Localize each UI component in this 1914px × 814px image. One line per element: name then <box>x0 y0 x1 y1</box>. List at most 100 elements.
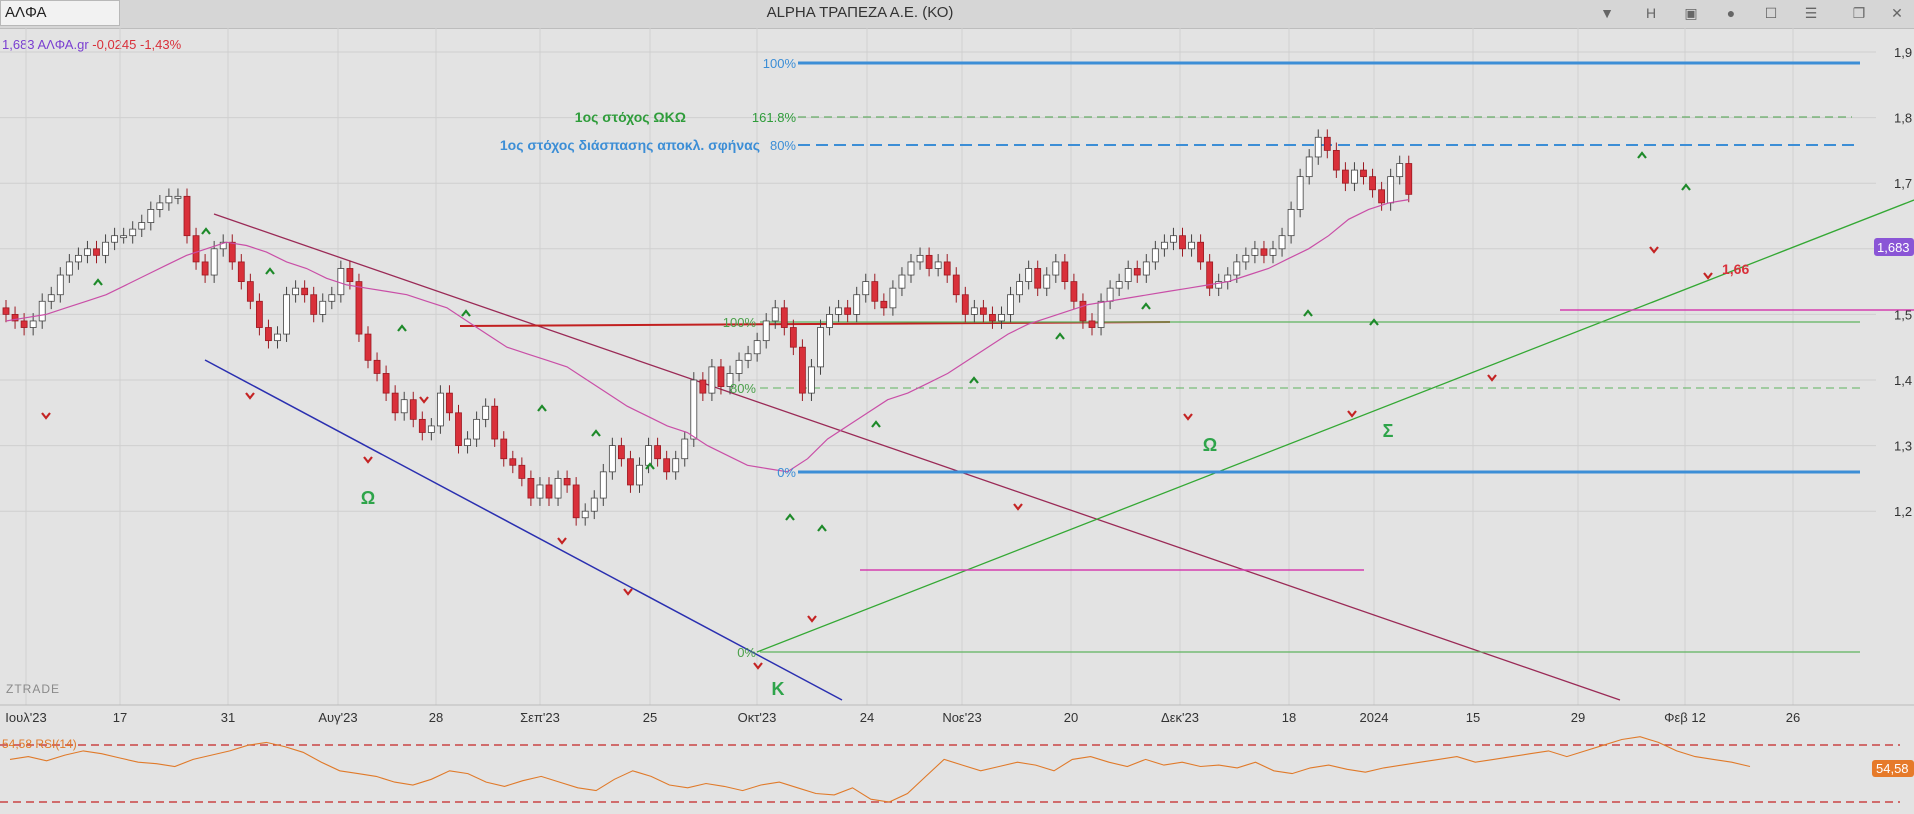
close-icon[interactable]: ✕ <box>1884 2 1910 24</box>
candle-body <box>844 307 852 315</box>
candle-body <box>1251 248 1259 256</box>
candle-body <box>1070 281 1078 302</box>
candle-body <box>780 307 788 328</box>
swing-high-marker <box>397 324 407 332</box>
candle-body <box>1052 261 1060 276</box>
swing-high-marker <box>1303 309 1313 317</box>
x-tick-label: 18 <box>1282 710 1296 725</box>
candle-body <box>210 248 218 276</box>
swing-low-marker <box>623 588 633 596</box>
h-button[interactable]: H <box>1638 2 1664 24</box>
candle-body <box>970 307 978 315</box>
x-tick-label: Φεβ 12 <box>1664 710 1706 725</box>
x-tick-label: 28 <box>429 710 443 725</box>
price-chart[interactable]: 1,21,31,41,51,61,71,81,9Ιουλ'231731Αυγ'2… <box>0 28 1914 814</box>
swing-high-marker <box>93 278 103 286</box>
candle-body <box>1296 176 1304 210</box>
swing-high-marker <box>591 429 601 437</box>
target-price-label: 1,66 <box>1722 261 1749 277</box>
candle-body <box>446 392 453 414</box>
candle-body <box>789 327 797 348</box>
candle-body <box>799 346 806 394</box>
x-tick-label: 24 <box>860 710 874 725</box>
swing-low-marker <box>245 392 255 400</box>
candle-body <box>482 405 490 420</box>
candle-body <box>826 313 833 328</box>
candle-body <box>1106 287 1114 302</box>
menu-icon[interactable]: ☰ <box>1798 2 1824 24</box>
candle-body <box>1369 176 1376 191</box>
candle-body <box>509 458 517 466</box>
candle-body <box>56 274 64 296</box>
candle-body <box>310 294 318 315</box>
candle-body <box>111 235 118 243</box>
pattern-letter: Ω <box>361 488 375 508</box>
chevron-down-icon[interactable]: ▼ <box>1594 2 1620 24</box>
swing-low-marker <box>1183 413 1193 421</box>
candle-body <box>527 477 535 499</box>
restore-icon[interactable]: ❐ <box>1846 2 1872 24</box>
candle-body <box>672 458 680 473</box>
candle-body <box>753 340 761 355</box>
candle-body <box>436 392 444 427</box>
x-tick-label: Δεκ'23 <box>1161 710 1199 725</box>
lock-icon[interactable]: ☐ <box>1758 2 1784 24</box>
x-tick-label: 26 <box>1786 710 1800 725</box>
candle-body <box>1360 169 1367 178</box>
swing-high-marker <box>265 267 275 275</box>
candle-body <box>1097 300 1105 328</box>
candle-body <box>473 418 481 440</box>
candle-body <box>518 464 526 479</box>
swing-high-marker <box>537 404 547 412</box>
x-tick-label: Νοε'23 <box>942 710 981 725</box>
candle-body <box>1260 248 1268 256</box>
watermark: ZTRADE <box>6 682 60 696</box>
y-tick-label: 1,5 <box>1894 307 1912 322</box>
swing-low-marker <box>419 396 429 404</box>
pattern-letter: Κ <box>772 679 785 699</box>
x-tick-label: 2024 <box>1360 710 1389 725</box>
candle-body <box>717 366 725 387</box>
candle-body <box>871 281 879 302</box>
candle-body <box>663 458 671 473</box>
candle-body <box>1142 261 1150 276</box>
y-tick-label: 1,7 <box>1894 176 1912 191</box>
candle-body <box>1016 281 1023 296</box>
y-tick-label: 1,4 <box>1894 373 1912 388</box>
symbol-input[interactable]: ΑΛΦΑ <box>0 0 120 26</box>
swing-high-marker <box>817 524 827 532</box>
swing-high-marker <box>1681 183 1691 191</box>
candle-body <box>1124 268 1132 283</box>
comment-icon[interactable]: ● <box>1718 2 1744 24</box>
candle-body <box>708 366 716 394</box>
candle-body <box>391 392 399 414</box>
candle-body <box>925 254 933 269</box>
swing-low-marker <box>557 537 567 545</box>
green-fib-label: 100% <box>723 315 757 330</box>
candle-body <box>916 254 924 263</box>
candle-body <box>183 195 191 237</box>
candle-body <box>102 241 109 256</box>
pattern-letter: Σ <box>1383 421 1394 441</box>
save-icon[interactable]: ▣ <box>1678 2 1704 24</box>
candle-body <box>228 241 236 263</box>
candle-body <box>681 438 689 460</box>
candle-body <box>618 445 625 460</box>
swing-low-marker <box>363 456 373 464</box>
candle-body <box>265 327 272 342</box>
candle-body <box>29 320 37 328</box>
rsi-value: 54,58 <box>1876 761 1909 776</box>
candle-body <box>1278 235 1286 250</box>
candle-body <box>1179 235 1186 250</box>
candle-body <box>1079 300 1087 322</box>
candle-body <box>572 484 580 519</box>
candle-body <box>1323 136 1331 151</box>
candle-body <box>853 294 861 315</box>
candle-body <box>980 307 987 315</box>
candle-body <box>355 281 363 335</box>
green-fib-label: 80% <box>730 381 756 396</box>
swing-low-marker <box>1703 272 1713 280</box>
candle-body <box>409 399 417 420</box>
candle-body <box>1007 294 1014 315</box>
pattern-letter: Ω <box>1203 435 1217 455</box>
